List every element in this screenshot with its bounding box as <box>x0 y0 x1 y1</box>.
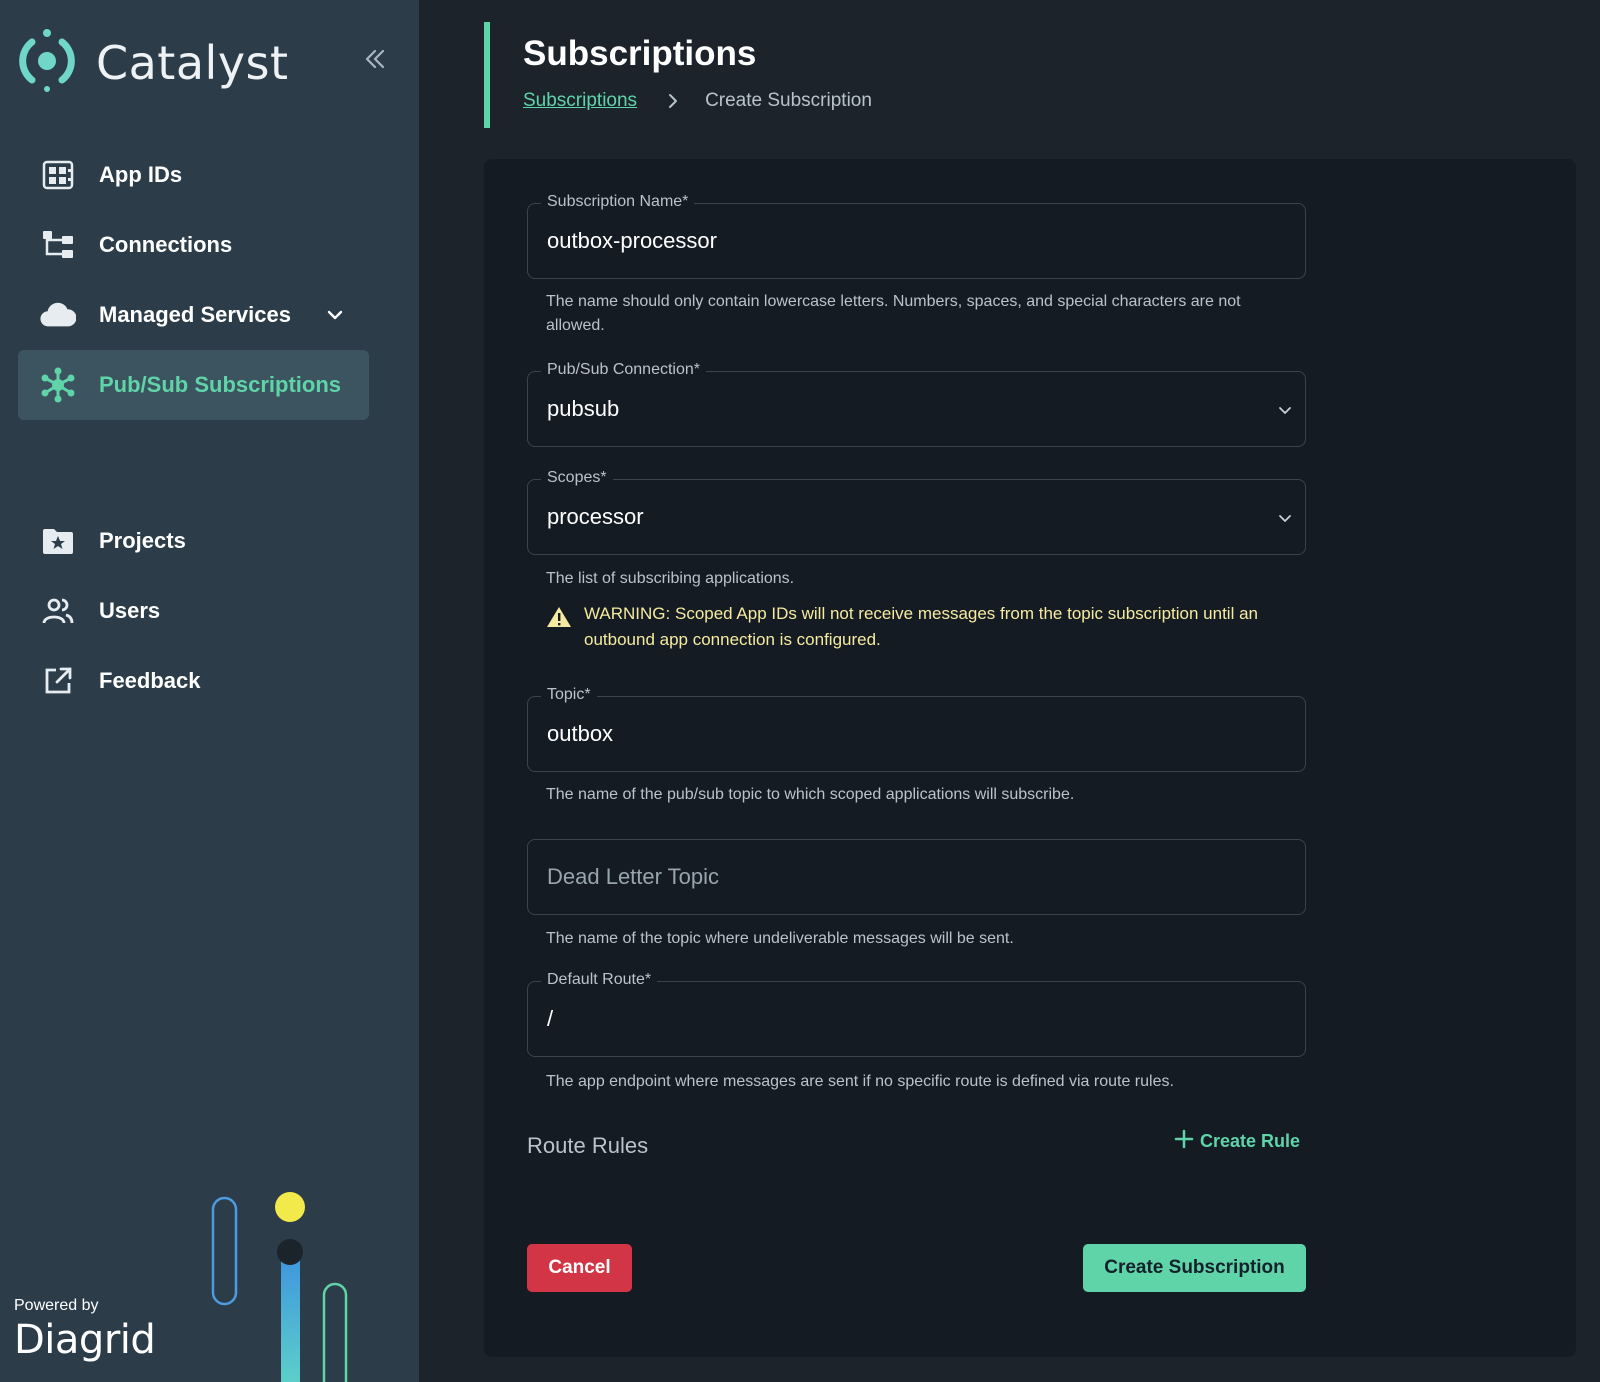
field-label: Subscription Name* <box>541 193 695 211</box>
sidebar-item-label: App IDs <box>99 162 183 187</box>
double-chevron-left-icon <box>363 47 387 76</box>
field-label: Scopes* <box>541 469 613 487</box>
primary-nav: App IDs Connections Managed Services Pub… <box>18 140 369 420</box>
sidebar-item-label: Connections <box>99 232 233 257</box>
sidebar-item-managed-services[interactable]: Managed Services <box>18 280 369 350</box>
chevron-down-icon[interactable] <box>1277 510 1293 531</box>
breadcrumb-current: Create Subscription <box>705 90 872 111</box>
subscription-name-field[interactable]: Subscription Name* outbox-processor <box>527 193 1306 279</box>
powered-by: Powered by Diagrid <box>14 1297 156 1363</box>
breadcrumb-link-subscriptions[interactable]: Subscriptions <box>523 90 637 112</box>
sidebar-item-label: Pub/Sub Subscriptions <box>99 372 342 397</box>
sidebar-item-app-ids[interactable]: App IDs <box>18 140 369 210</box>
sidebar: Catalyst App IDs Connections Managed Ser… <box>0 0 419 1382</box>
sidebar-item-label: Users <box>99 598 161 623</box>
warning-text: WARNING: Scoped App IDs will not receive… <box>584 604 1258 649</box>
sidebar-item-label: Projects <box>99 528 186 553</box>
default-route-field[interactable]: Default Route* / <box>527 971 1306 1057</box>
sidebar-item-label: Feedback <box>99 668 201 693</box>
create-subscription-form: Subscription Name* outbox-processor The … <box>484 159 1576 1357</box>
breadcrumb: Subscriptions Create Subscription <box>523 90 872 112</box>
sidebar-item-pubsub-subscriptions[interactable]: Pub/Sub Subscriptions <box>18 350 369 420</box>
app-logo[interactable]: Catalyst <box>18 28 289 97</box>
subscription-name-input[interactable]: outbox-processor <box>547 228 717 254</box>
subscription-name-helper: The name should only contain lowercase l… <box>546 293 1241 334</box>
connections-icon <box>40 227 76 263</box>
sidebar-item-projects[interactable]: Projects <box>18 506 369 576</box>
sidebar-item-connections[interactable]: Connections <box>18 210 369 280</box>
dead-letter-topic-helper: The name of the topic where undeliverabl… <box>546 930 1014 947</box>
sidebar-item-users[interactable]: Users <box>18 576 369 646</box>
warning-icon <box>546 605 572 629</box>
scopes-helper: The list of subscribing applications. <box>546 570 795 587</box>
pubsub-connection-select[interactable]: Pub/Sub Connection* pubsub <box>527 361 1306 447</box>
catalyst-logo-icon <box>18 28 76 97</box>
cloud-icon <box>40 297 76 333</box>
folder-star-icon <box>40 523 76 559</box>
diagrid-logo: Diagrid <box>14 1317 156 1363</box>
sidebar-item-label: Managed Services <box>99 302 291 327</box>
external-link-icon <box>40 663 76 699</box>
sidebar-item-feedback[interactable]: Feedback <box>18 646 369 716</box>
page-title: Subscriptions <box>523 34 757 73</box>
create-rule-label: Create Rule <box>1200 1131 1301 1151</box>
topic-input[interactable]: outbox <box>547 721 613 747</box>
pubsub-connection-value: pubsub <box>547 396 620 421</box>
topic-helper: The name of the pub/sub topic to which s… <box>546 786 1075 803</box>
cancel-button[interactable]: Cancel <box>527 1244 632 1292</box>
route-rules-title: Route Rules <box>527 1133 649 1158</box>
collapse-sidebar-button[interactable] <box>360 46 390 76</box>
field-label: Pub/Sub Connection* <box>541 361 707 379</box>
scopes-value: processor <box>547 504 644 529</box>
dead-letter-topic-input[interactable]: Dead Letter Topic <box>547 864 719 890</box>
field-label: Topic* <box>541 686 597 704</box>
chevron-down-icon[interactable] <box>1277 402 1293 423</box>
app-ids-icon <box>40 157 76 193</box>
secondary-nav: Projects Users Feedback <box>18 506 369 716</box>
chevron-right-icon <box>667 93 679 109</box>
create-rule-button[interactable]: Create Rule <box>1174 1129 1300 1154</box>
scopes-select[interactable]: Scopes* processor <box>527 469 1306 555</box>
powered-by-label: Powered by <box>14 1297 99 1314</box>
app-name: Catalyst <box>96 35 289 90</box>
pubsub-icon <box>40 367 76 403</box>
create-subscription-button[interactable]: Create Subscription <box>1083 1244 1306 1292</box>
scopes-warning: WARNING: Scoped App IDs will not receive… <box>546 601 1286 653</box>
default-route-input[interactable]: / <box>547 1006 553 1032</box>
users-icon <box>40 593 76 629</box>
chevron-down-icon[interactable] <box>325 305 345 325</box>
dead-letter-topic-field[interactable]: Dead Letter Topic <box>527 839 1306 915</box>
plus-icon <box>1174 1129 1194 1154</box>
header-accent-bar <box>484 22 490 128</box>
default-route-helper: The app endpoint where messages are sent… <box>546 1073 1174 1090</box>
field-label: Default Route* <box>541 971 658 989</box>
decorative-graphic <box>200 1180 360 1382</box>
topic-field[interactable]: Topic* outbox <box>527 686 1306 772</box>
